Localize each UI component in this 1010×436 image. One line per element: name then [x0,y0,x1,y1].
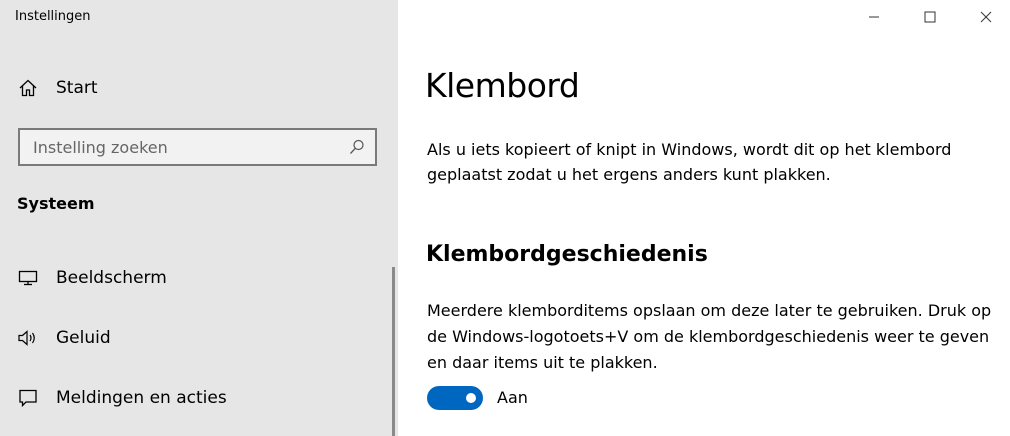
close-icon [980,11,992,23]
clipboard-history-heading: Klembordgeschiedenis [426,242,708,267]
sidebar-item-label: Meldingen en acties [56,388,227,408]
sidebar-item-beeldscherm[interactable]: Beeldscherm [0,258,390,298]
sidebar-item-geluid[interactable]: Geluid [0,318,390,358]
clipboard-history-toggle[interactable] [427,386,483,410]
sidebar-item-label: Geluid [56,328,111,348]
monitor-icon [17,267,39,289]
sidebar-item-label: Start [56,78,98,98]
search-input[interactable] [20,130,340,164]
maximize-icon [924,11,936,23]
sidebar-item-label: Beeldscherm [56,268,167,288]
maximize-button[interactable] [907,0,953,34]
page-description: Als u iets kopieert of knipt in Windows,… [427,140,952,184]
minimize-icon [869,16,879,18]
app-title: Instellingen [15,9,91,24]
sidebar-section-heading: Systeem [17,194,95,213]
search-box [18,128,377,166]
minimize-button[interactable] [851,0,897,34]
sidebar-item-start[interactable]: Start [0,68,390,108]
search-icon[interactable] [348,138,366,156]
sidebar-item-meldingen[interactable]: Meldingen en acties [0,378,390,418]
clipboard-history-description: Meerdere klembord­items opslaan om deze … [427,301,992,372]
sidebar: Instellingen Start Systeem Beeldscherm G… [0,0,398,436]
close-button[interactable] [963,0,1009,34]
page-title: Klembord [425,66,580,105]
sidebar-scrollbar[interactable] [392,267,395,436]
message-icon [17,387,39,409]
toggle-knob [466,393,476,403]
speaker-icon [17,327,39,349]
toggle-state-label: Aan [497,388,528,407]
home-icon [17,77,39,99]
